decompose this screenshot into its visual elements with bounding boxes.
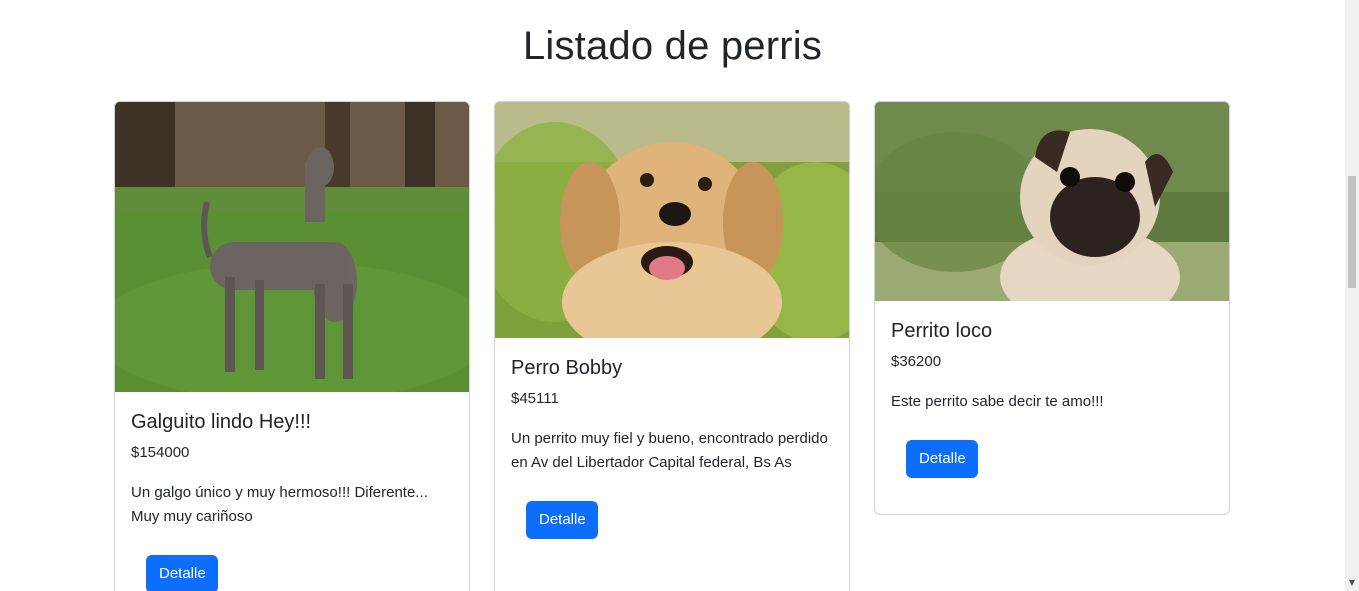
scroll-down-arrow-icon[interactable]: ▼ xyxy=(1345,577,1359,589)
card-title: Perro Bobby xyxy=(511,357,623,379)
pug-image xyxy=(875,102,1229,301)
card-price: $45111 xyxy=(511,390,559,407)
card-description: Un galgo único y muy hermoso!!! Diferent… xyxy=(131,484,428,525)
card-description: Un perrito muy fiel y bueno, encontrado … xyxy=(511,430,828,471)
product-card: Perrito loco $36200 Este perrito sabe de… xyxy=(874,101,1230,515)
page-title: Listado de perris xyxy=(522,24,823,68)
card-price: $36200 xyxy=(891,353,942,370)
detalle-button[interactable]: Detalle xyxy=(146,555,218,591)
vertical-scrollbar[interactable]: ▼ xyxy=(1345,0,1359,591)
product-card: Perro Bobby $45111 Un perrito muy fiel y… xyxy=(494,101,850,591)
scrollbar-thumb[interactable] xyxy=(1348,176,1356,288)
card-title: Perrito loco xyxy=(891,320,993,342)
golden-retriever-image xyxy=(495,102,849,338)
product-card: Galguito lindo Hey!!! $154000 Un galgo ú… xyxy=(114,101,470,591)
card-body: Galguito lindo Hey!!! $154000 Un galgo ú… xyxy=(115,392,469,591)
detalle-button[interactable]: Detalle xyxy=(906,440,978,478)
greyhound-dog-image xyxy=(115,102,469,392)
card-body: Perro Bobby $45111 Un perrito muy fiel y… xyxy=(495,338,849,539)
card-description: Este perrito sabe decir te amo!!! xyxy=(891,393,1104,410)
card-price: $154000 xyxy=(131,444,190,461)
card-body: Perrito loco $36200 Este perrito sabe de… xyxy=(875,301,1229,478)
detalle-button[interactable]: Detalle xyxy=(526,501,598,539)
card-title: Galguito lindo Hey!!! xyxy=(131,411,312,433)
